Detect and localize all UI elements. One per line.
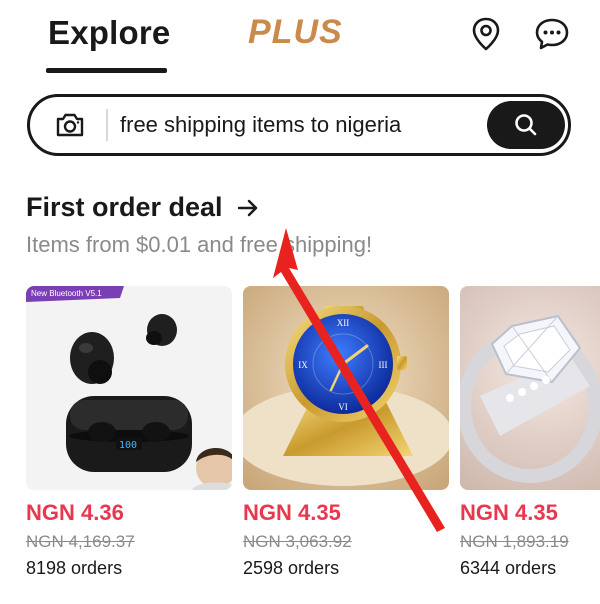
product-old-price: NGN 4,169.37	[26, 532, 135, 551]
tab-plus[interactable]: PLUS	[248, 13, 343, 52]
product-image-watch: XII III VI IX	[243, 286, 449, 490]
chat-bubble-icon[interactable]	[533, 15, 571, 53]
product-card[interactable]: XII III VI IX NGN 4.35 NGN 3,063.92 2598…	[243, 286, 449, 579]
product-image-ring	[460, 286, 600, 490]
search-input[interactable]: free shipping items to nigeria	[120, 112, 401, 138]
camera-icon[interactable]	[52, 109, 88, 141]
search-bar: free shipping items to nigeria	[27, 94, 571, 156]
svg-text:XII: XII	[337, 318, 350, 328]
deal-subtitle: Items from $0.01 and free shipping!	[26, 232, 373, 257]
location-pin-icon[interactable]	[467, 15, 505, 53]
search-icon	[515, 114, 537, 136]
product-price: NGN 4.35	[243, 500, 341, 525]
search-button[interactable]	[487, 101, 565, 149]
first-order-deal-link[interactable]: First order deal	[26, 192, 259, 223]
product-old-price: NGN 1,893.19	[460, 532, 569, 551]
product-old-price: NGN 3,063.92	[243, 532, 352, 551]
product-card[interactable]: NGN 4.35 NGN 1,893.19 6344 orders	[460, 286, 600, 579]
deal-title: First order deal	[26, 192, 223, 222]
search-divider	[106, 109, 108, 141]
svg-text:III: III	[379, 360, 388, 370]
product-price: NGN 4.36	[26, 500, 124, 525]
svg-text:100: 100	[119, 440, 137, 451]
arrow-right-icon	[237, 198, 259, 218]
product-price: NGN 4.35	[460, 500, 558, 525]
product-orders: 6344 orders	[460, 558, 557, 578]
explore-page: Explore PLUS free shipping items to nige…	[0, 0, 600, 604]
svg-text:IX: IX	[298, 360, 308, 370]
svg-text:VI: VI	[338, 402, 348, 412]
tab-explore[interactable]: Explore	[48, 14, 170, 52]
product-image-earbuds: New Bluetooth V5.1 100	[26, 286, 232, 490]
image-banner-text: New Bluetooth V5.1	[31, 289, 102, 298]
tab-active-indicator	[46, 68, 167, 73]
product-orders: 8198 orders	[26, 558, 123, 578]
product-orders: 2598 orders	[243, 558, 340, 578]
product-card[interactable]: New Bluetooth V5.1 100 NGN 4.36 NGN 4,16…	[26, 286, 232, 579]
